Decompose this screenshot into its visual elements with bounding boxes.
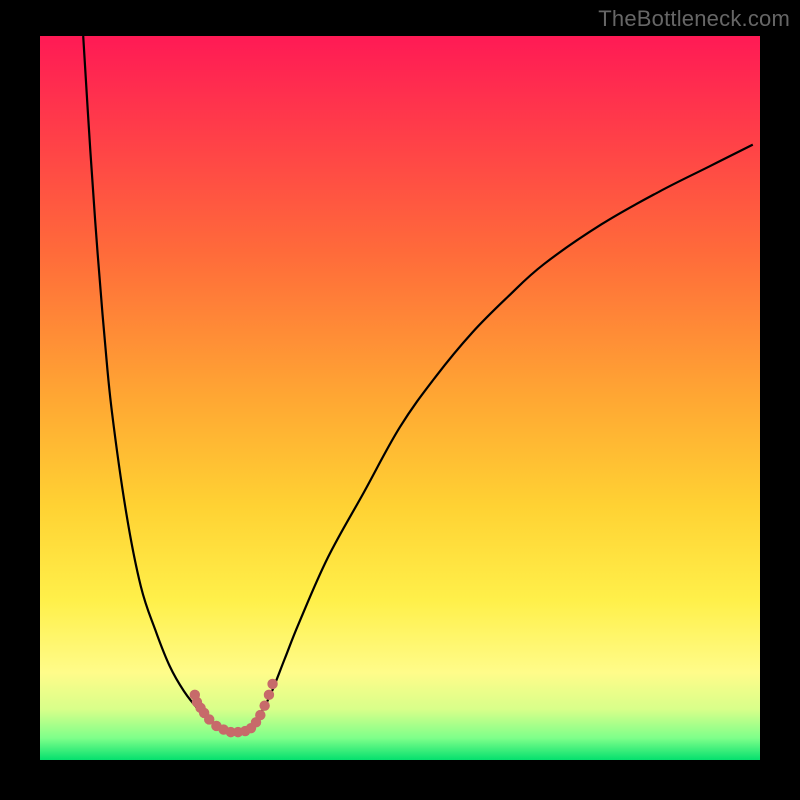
dot-icon bbox=[264, 690, 274, 700]
chart-stage: TheBottleneck.com bbox=[0, 0, 800, 800]
dot-icon bbox=[259, 701, 269, 711]
dotted-segment bbox=[190, 679, 278, 738]
dot-icon bbox=[267, 679, 277, 689]
plot-area bbox=[40, 36, 760, 760]
dot-icon bbox=[255, 710, 265, 720]
curve-left-branch bbox=[83, 36, 241, 733]
watermark-text: TheBottleneck.com bbox=[598, 6, 790, 32]
curve-right-branch bbox=[242, 145, 753, 734]
curves-svg bbox=[40, 36, 760, 760]
